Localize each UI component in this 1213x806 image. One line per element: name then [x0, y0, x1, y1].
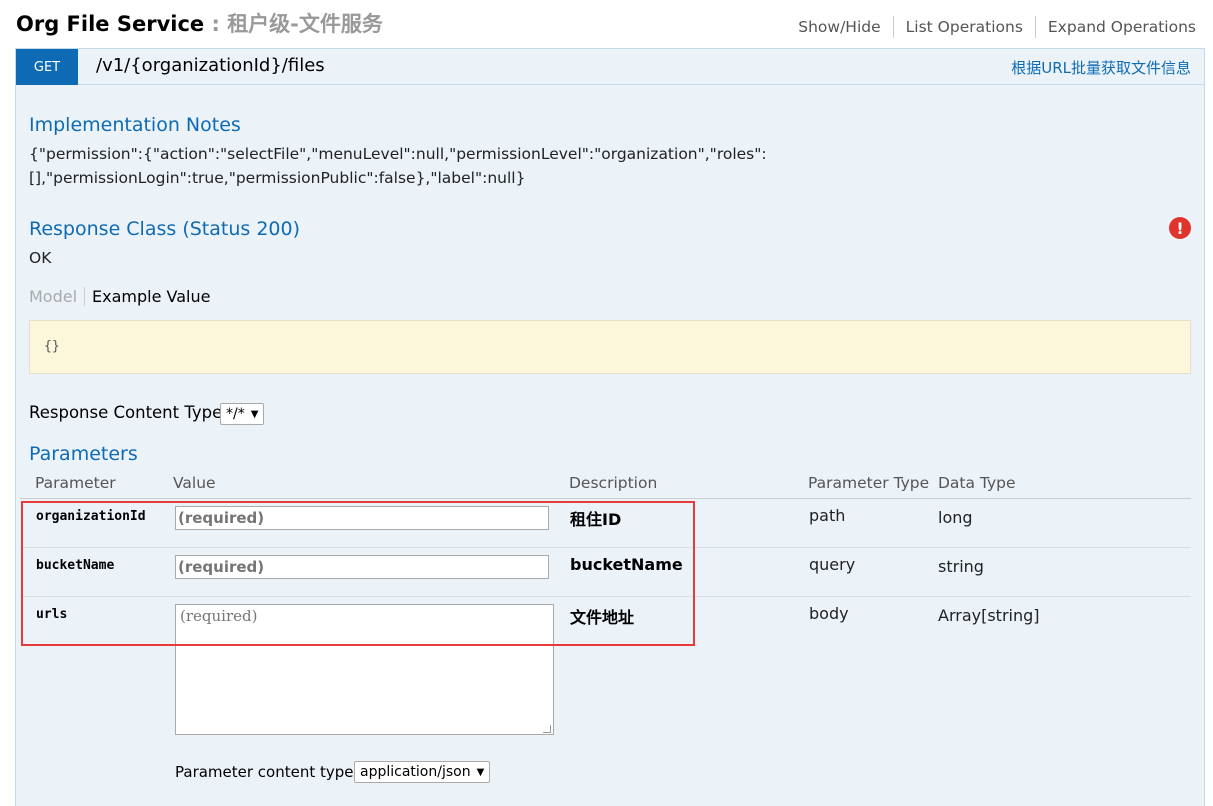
- title-separator: :: [204, 12, 228, 36]
- service-links: Show/Hide List Operations Expand Operati…: [786, 16, 1196, 38]
- operation-path[interactable]: /v1/{organizationId}/files: [96, 55, 325, 76]
- service-name: Org File Service: [16, 12, 205, 36]
- textarea-resize-handle[interactable]: [543, 725, 551, 733]
- implementation-notes-line-1: {"permission":{"action":"selectFile","me…: [29, 145, 767, 163]
- highlight-annotation-box: [21, 501, 695, 646]
- example-value-box[interactable]: {}: [29, 320, 1191, 374]
- operation-panel: GET /v1/{organizationId}/files 根据URL批量获取…: [15, 48, 1205, 806]
- show-hide-link[interactable]: Show/Hide: [786, 16, 894, 38]
- parameters-title: Parameters: [29, 443, 138, 465]
- data-type-urls: Array[string]: [938, 606, 1040, 625]
- data-type-bucketname: string: [938, 557, 984, 576]
- column-header-value: Value: [173, 474, 216, 492]
- column-header-parameter-type: Parameter Type: [808, 474, 930, 492]
- list-operations-link[interactable]: List Operations: [894, 16, 1036, 38]
- parameter-content-type-label: Parameter content type:: [175, 763, 359, 781]
- tab-example-value[interactable]: Example Value: [85, 287, 210, 306]
- response-content-type-select[interactable]: */* ▼: [220, 403, 265, 425]
- param-type-organizationid: path: [809, 506, 846, 525]
- column-header-description: Description: [569, 474, 658, 492]
- parameter-content-type-select[interactable]: application/json ▼: [354, 761, 491, 783]
- model-tabs: Model Example Value: [29, 287, 210, 306]
- data-type-organizationid: long: [938, 508, 973, 527]
- column-header-parameter: Parameter: [35, 474, 116, 492]
- tab-model[interactable]: Model: [29, 287, 86, 306]
- column-header-data-type: Data Type: [938, 474, 1016, 492]
- http-method-badge[interactable]: GET: [16, 49, 78, 85]
- implementation-notes-line-2: [],"permissionLogin":true,"permissionPub…: [29, 169, 526, 187]
- service-header: Org File Service : 租户级-文件服务 Show/Hide Li…: [16, 8, 1196, 38]
- param-type-bucketname: query: [809, 555, 856, 574]
- parameter-content-type-value: application/json: [360, 764, 471, 780]
- dropdown-arrow-icon: ▼: [476, 766, 485, 778]
- expand-operations-link[interactable]: Expand Operations: [1036, 16, 1196, 38]
- dropdown-arrow-icon: ▼: [250, 408, 259, 420]
- service-subtitle: 租户级-文件服务: [227, 12, 383, 36]
- implementation-notes-title: Implementation Notes: [29, 114, 241, 136]
- operation-heading[interactable]: GET /v1/{organizationId}/files 根据URL批量获取…: [16, 49, 1204, 85]
- response-content-type-value: */*: [226, 406, 245, 422]
- operation-summary[interactable]: 根据URL批量获取文件信息: [1011, 57, 1191, 78]
- validation-error-icon[interactable]: !: [1169, 217, 1191, 239]
- response-content-type-label: Response Content Type: [29, 403, 223, 422]
- param-type-urls: body: [809, 604, 849, 623]
- service-title[interactable]: Org File Service : 租户级-文件服务: [16, 8, 383, 38]
- table-header-divider: [20, 498, 1191, 499]
- response-status-text: OK: [29, 249, 52, 267]
- response-class-title: Response Class (Status 200): [29, 218, 300, 240]
